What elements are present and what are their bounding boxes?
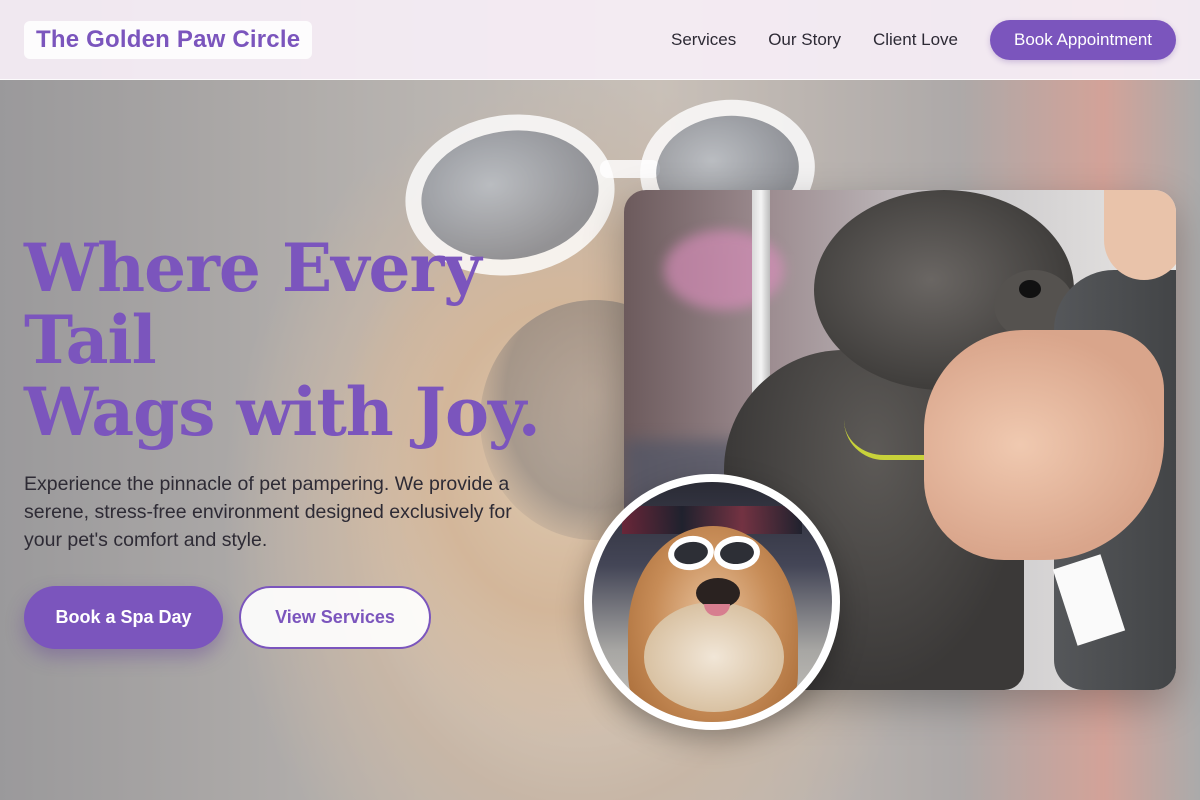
main-nav: Services Our Story Client Love Book Appo… xyxy=(671,19,1176,60)
groomer-face xyxy=(1104,190,1176,280)
hero-headline-line-3: Wags with Joy. xyxy=(24,373,541,451)
brand-logo[interactable]: The Golden Paw Circle xyxy=(24,20,313,59)
book-spa-day-button[interactable]: Book a Spa Day xyxy=(24,586,223,649)
nav-link-client-love[interactable]: Client Love xyxy=(873,30,958,50)
hero-headline: Where Every Tail Wags with Joy. xyxy=(24,232,584,448)
groomer-arm xyxy=(924,330,1164,560)
book-appointment-button[interactable]: Book Appointment xyxy=(990,19,1176,60)
hero-description: Experience the pinnacle of pet pampering… xyxy=(24,473,512,551)
nav-link-services[interactable]: Services xyxy=(671,30,736,50)
hero-headline-line-2: Tail xyxy=(24,301,157,379)
view-services-button[interactable]: View Services xyxy=(239,586,431,649)
chow-chow-mane xyxy=(644,602,784,712)
poodle-nose xyxy=(1019,280,1041,298)
chow-chow-sunglasses-photo xyxy=(584,474,840,730)
nav-link-our-story[interactable]: Our Story xyxy=(768,30,841,50)
site-header: The Golden Paw Circle Services Our Story… xyxy=(0,0,1200,80)
hero-headline-line-1: Where Every xyxy=(24,229,482,307)
